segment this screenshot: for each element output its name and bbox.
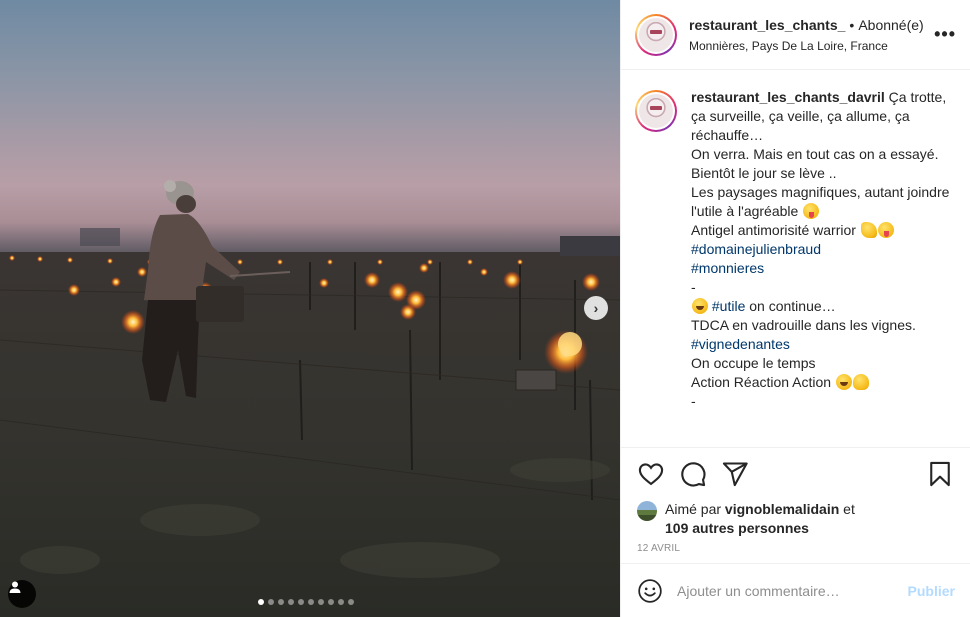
laughing-emoji-icon (692, 298, 708, 314)
ok-hand-emoji-icon (852, 374, 869, 390)
carousel-dot (308, 599, 314, 605)
avatar-image (639, 94, 673, 128)
caption-text: restaurant_les_chants_davril Ça trotte, … (691, 88, 953, 447)
post-header: restaurant_les_chants_ • Abonné(e) Monni… (621, 0, 970, 70)
carousel-dot (268, 599, 274, 605)
carousel-indicator (258, 599, 354, 605)
rolling-laughing-emoji-icon (835, 374, 852, 390)
caption-section: restaurant_les_chants_davril Ça trotte, … (621, 70, 970, 448)
post-actions (621, 448, 970, 500)
winking-tongue-emoji-icon (803, 203, 820, 219)
likes-summary: Aimé par vignoblemalidain et 109 autres … (621, 500, 970, 538)
author-username[interactable]: restaurant_les_chants_ (689, 17, 845, 33)
winking-tongue-emoji-icon (877, 222, 894, 238)
chevron-right-icon: › (593, 300, 599, 316)
emoji-smiley-icon[interactable] (637, 578, 663, 604)
share-paper-plane-icon[interactable] (721, 460, 749, 488)
carousel-dot (278, 599, 284, 605)
post-photo[interactable]: › (0, 0, 620, 617)
separator-dot: • (849, 16, 855, 33)
tagged-users-button[interactable] (8, 580, 36, 608)
likes-joiner: et (843, 501, 855, 517)
caption-line: TDCA en vadrouille dans les vignes. (691, 317, 916, 333)
caption-line: on continue… (749, 298, 836, 314)
liker-username[interactable]: vignoblemalidain (725, 501, 839, 517)
likes-others-link[interactable]: 109 autres personnes (665, 520, 809, 536)
caption-line: Les paysages magnifiques, autant joindre… (691, 184, 950, 219)
caption-line: - (691, 279, 696, 295)
caption-line: On occupe le temps (691, 355, 816, 371)
post-date[interactable]: 12 AVRIL (621, 543, 970, 554)
user-icon (9, 581, 21, 593)
carousel-dot (288, 599, 294, 605)
likes-prefix: Aimé par (665, 501, 722, 517)
post-location[interactable]: Monnières, Pays De La Loire, France (689, 39, 926, 53)
caption-username[interactable]: restaurant_les_chants_davril (691, 89, 885, 105)
carousel-next-button[interactable]: › (584, 296, 608, 320)
hashtag-link[interactable]: #domainejulienbraud (691, 241, 821, 257)
carousel-dot (348, 599, 354, 605)
caption-line: Bientôt le jour se lève .. (691, 165, 837, 181)
hashtag-link[interactable]: #utile (712, 298, 745, 314)
comment-bar: Publier (621, 563, 970, 617)
carousel-dot (258, 599, 264, 605)
caption-line: - (691, 393, 696, 409)
carousel-dot (338, 599, 344, 605)
comment-input[interactable] (677, 582, 908, 599)
more-options-icon[interactable]: ••• (934, 24, 956, 45)
follow-status-button[interactable]: Abonné(e) (858, 17, 923, 33)
avatar-image (639, 17, 673, 52)
author-avatar[interactable] (635, 13, 677, 56)
post-details-panel: restaurant_les_chants_ • Abonné(e) Monni… (620, 0, 970, 617)
liker-avatar[interactable] (637, 501, 657, 521)
caption-line: On verra. Mais en tout cas on a essayé. (691, 146, 939, 162)
comment-bubble-icon[interactable] (679, 460, 707, 488)
caption-author-avatar[interactable] (635, 90, 677, 132)
publish-button[interactable]: Publier (908, 583, 955, 599)
hashtag-link[interactable]: #vignedenantes (691, 336, 790, 352)
vineyard-photo-scene (0, 180, 620, 617)
carousel-dot (298, 599, 304, 605)
flexed-biceps-emoji-icon (860, 222, 877, 238)
hashtag-link[interactable]: #monnieres (691, 260, 764, 276)
save-bookmark-icon[interactable] (926, 460, 954, 488)
caption-line: Antigel antimorisité warrior (691, 222, 856, 238)
carousel-dot (328, 599, 334, 605)
carousel-dot (318, 599, 324, 605)
caption-line: Action Réaction Action (691, 374, 832, 390)
like-heart-icon[interactable] (637, 460, 665, 488)
